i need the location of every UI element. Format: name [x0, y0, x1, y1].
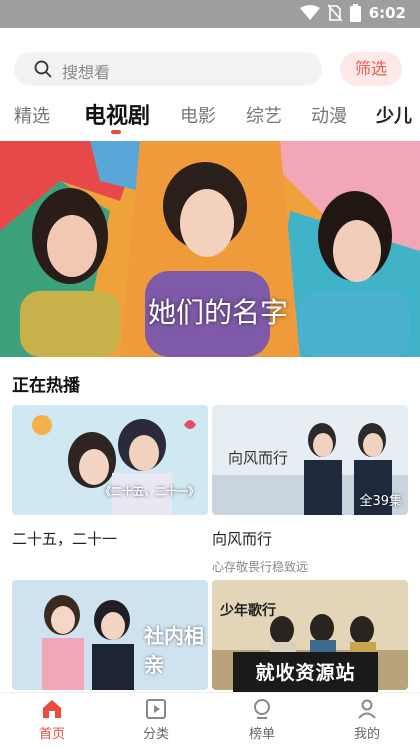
card-subtitle: 心存敬畏行稳致远: [212, 560, 309, 574]
drama-card[interactable]: 《二十五，二十一》 二十五，二十一: [12, 405, 208, 549]
no-sim-icon: [327, 4, 342, 22]
ranking-icon: [254, 699, 270, 719]
card-title: 向风而行: [212, 530, 273, 548]
tab-variety[interactable]: 综艺: [246, 102, 282, 128]
poster-title: 《二十五，二十一》: [100, 485, 199, 498]
banner-title: 她们的名字: [148, 296, 289, 329]
nav-profile[interactable]: 我的: [337, 697, 397, 742]
nav-category[interactable]: 分类: [126, 697, 186, 742]
poster-title: 少年歌行: [220, 603, 276, 619]
episode-count-badge: 全39集: [359, 494, 402, 509]
active-tab-indicator: [111, 130, 121, 134]
nav-label: 我的: [353, 727, 380, 742]
status-bar: 6:02: [0, 0, 420, 28]
section-title: 正在热播: [12, 376, 80, 396]
card-title: 二十五，二十一: [12, 530, 118, 548]
tab-movies[interactable]: 电影: [180, 102, 216, 128]
nav-home[interactable]: 首页: [22, 697, 82, 742]
category-icon: [146, 699, 166, 719]
tab-anime[interactable]: 动漫: [311, 102, 347, 128]
search-placeholder: 搜想看: [62, 63, 111, 82]
hero-banner[interactable]: 她们的名字: [0, 141, 420, 357]
tab-featured[interactable]: 精选: [14, 102, 50, 128]
poster-title: 向风而行: [228, 449, 289, 467]
drama-card[interactable]: 向风而行 全39集 向风而行 心存敬畏行稳致远: [212, 405, 408, 575]
tab-kids[interactable]: 少儿: [376, 102, 412, 128]
watermark-overlay: 就收资源站: [233, 652, 378, 694]
profile-icon: [358, 699, 376, 719]
filter-button[interactable]: 筛选: [340, 52, 402, 86]
drama-poster: 《二十五，二十一》: [12, 405, 208, 515]
nav-label: 榜单: [248, 727, 275, 742]
home-icon: [43, 700, 61, 718]
tab-tv-series[interactable]: 电视剧: [84, 98, 150, 130]
drama-card[interactable]: 社内相亲: [12, 580, 208, 690]
battery-icon: [349, 4, 361, 22]
nav-label: 首页: [38, 727, 65, 742]
search-input[interactable]: 搜想看: [14, 52, 322, 86]
nav-ranking[interactable]: 榜单: [232, 697, 292, 742]
poster-title: 社内相亲: [144, 624, 204, 677]
search-icon: [34, 60, 52, 78]
status-time: 6:02: [368, 4, 406, 22]
drama-poster: 社内相亲: [12, 580, 208, 690]
drama-poster: 向风而行 全39集: [212, 405, 408, 515]
nav-label: 分类: [142, 727, 169, 742]
search-row: 搜想看 筛选: [0, 45, 420, 93]
wifi-icon: [299, 5, 320, 20]
category-tabs: 精选 电视剧 电影 综艺 动漫 少儿: [0, 96, 420, 140]
bottom-navigation: 首页 分类 榜单 我的: [0, 692, 420, 746]
